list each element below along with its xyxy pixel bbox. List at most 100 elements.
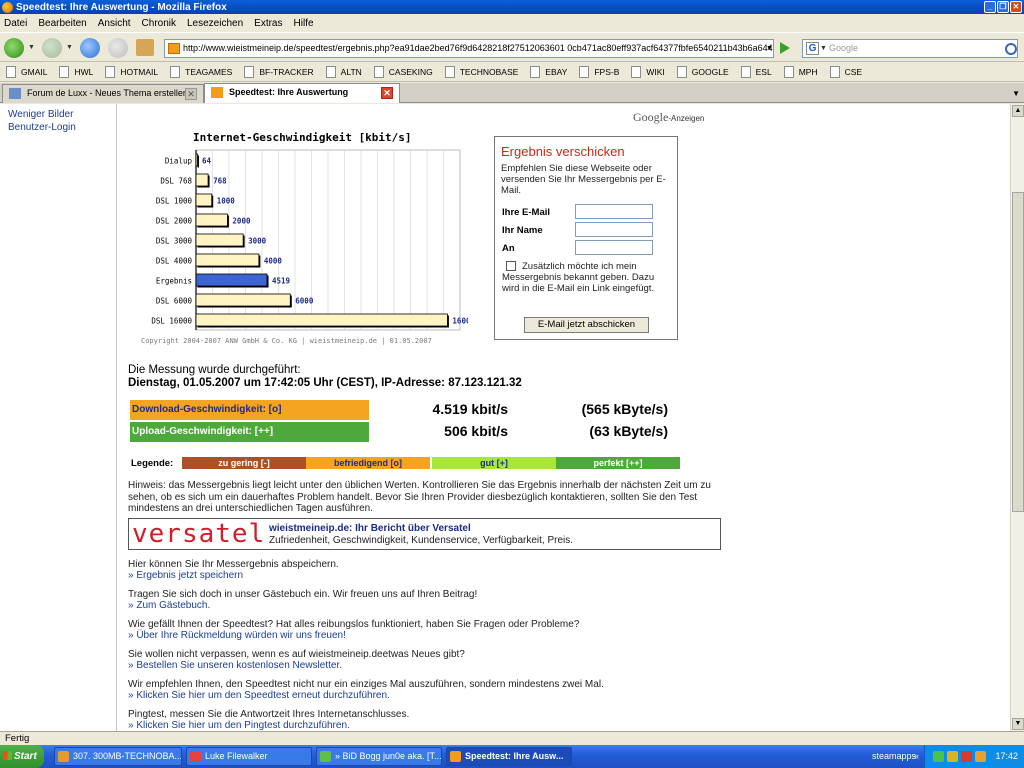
bookmark-hotmail[interactable]: HOTMAIL [105,65,158,78]
chart-category-label: DSL 2000 [156,217,193,226]
page-icon [676,65,687,78]
start-button[interactable]: Start [0,745,44,768]
stop-icon[interactable] [108,38,128,58]
chart-bar [195,233,244,247]
send-box-title: Ergebnis verschicken [501,144,625,159]
bookmark-ebay[interactable]: EBAY [530,65,567,78]
chart-value-label: 64 [202,157,212,166]
tab-close-icon[interactable]: ✕ [185,88,197,100]
taskbar-item-luke-filewalker[interactable]: Luke Filewalker [186,747,312,766]
retest-link[interactable]: » Klicken Sie hier um den Speedtest erne… [128,690,390,701]
legend-zu-gering: zu gering [-] [182,457,306,469]
chart-bar [195,173,209,187]
name-field[interactable] [575,222,653,237]
tray-steamapps-label[interactable]: steamapps [872,745,916,768]
menu-datei[interactable]: Datei [4,18,27,29]
sidebar-link-benutzer-login[interactable]: Benutzer-Login [8,122,76,133]
network-icon[interactable] [933,751,944,762]
firefox-icon [450,751,461,762]
navigation-toolbar: ▼ ▼ http://www.wieistmeineip.de/speedtes… [0,32,1024,62]
messenger-icon[interactable] [975,751,986,762]
menu-bearbeiten[interactable]: Bearbeiten [38,18,86,29]
url-field[interactable]: http://www.wieistmeineip.de/speedtest/er… [164,39,774,58]
taskbar-item-speedtest[interactable]: Speedtest: Ihre Ausw... [446,747,572,766]
taskbar-item-technobase[interactable]: 307. 300MB-TECHNOBA... [54,747,182,766]
scroll-down-arrow-icon[interactable]: ▼ [1012,718,1024,730]
forward-dropdown-icon[interactable]: ▼ [66,44,73,51]
page-icon [579,65,590,78]
feedback-link[interactable]: » Über Ihre Rückmeldung würden wir uns f… [128,630,346,641]
tab-list-dropdown-icon[interactable]: ▼ [1012,89,1020,98]
recipient-field[interactable] [575,240,653,255]
vertical-scrollbar[interactable]: ▲ ▼ [1010,104,1024,731]
go-arrow-icon[interactable] [780,42,790,54]
url-history-dropdown-icon[interactable]: ▼ [766,45,773,52]
share-result-checkbox[interactable] [506,261,516,271]
menu-ansicht[interactable]: Ansicht [98,18,131,29]
email-field[interactable] [575,204,653,219]
page-icon [631,65,642,78]
bookmark-esl[interactable]: ESL [740,65,772,78]
tray-expand-icon[interactable]: « [914,745,919,768]
tab-forum-de-luxx[interactable]: Forum de Luxx - Neues Thema erstellen ✕ [2,84,204,103]
forward-arrow-icon[interactable] [42,38,62,58]
bookmark-caseking[interactable]: CASEKING [373,65,433,78]
bookmark-cse[interactable]: CSE [829,65,862,78]
menu-hilfe[interactable]: Hilfe [294,18,314,29]
bookmark-bf-tracker[interactable]: BF-TRACKER [244,65,314,78]
google-ads-label[interactable]: Google-Anzeigen [633,110,704,125]
google-search-engine-icon[interactable]: G [806,42,819,55]
back-dropdown-icon[interactable]: ▼ [28,44,35,51]
search-magnifier-icon[interactable] [1005,43,1017,55]
scroll-up-arrow-icon[interactable]: ▲ [1012,105,1024,117]
chart-value-label: 16000 [452,317,468,326]
bookmarks-toolbar: GMAIL HWL HOTMAIL TEAGAMES BF-TRACKER AL… [0,62,1024,82]
measurement-intro: Die Messung wurde durchgeführt: [128,364,301,376]
sidebar-link-weniger-bilder[interactable]: Weniger Bilder [8,109,73,120]
menu-bar: Datei Bearbeiten Ansicht Chronik Lesezei… [0,14,1024,32]
chart-bar [195,153,198,167]
bookmark-wiki[interactable]: WIKI [631,65,665,78]
search-input[interactable]: G ▼ Google [802,39,1018,58]
tab-close-icon[interactable]: ✕ [381,87,393,99]
menu-lesezeichen[interactable]: Lesezeichen [187,18,243,29]
legend-gut: gut [+] [432,457,556,469]
search-engine-dropdown-icon[interactable]: ▼ [820,40,827,57]
back-arrow-icon[interactable] [4,38,24,58]
page-icon [373,65,384,78]
bookmark-fps-b[interactable]: FPS-B [579,65,619,78]
versatel-banner[interactable]: versatel wieistmeineip.de: Ihr Bericht ü… [128,518,721,550]
minimize-button[interactable]: _ [984,1,996,13]
chart-value-label: 1000 [217,197,236,206]
bookmark-gmail[interactable]: GMAIL [6,65,47,78]
taskbar-item-chat[interactable]: » BiD Bogg jun0e aka. [T... [316,747,442,766]
share-result-text: Zusätzlich möchte ich mein Messergebnis … [502,261,655,294]
bookmark-hwl[interactable]: HWL [59,65,93,78]
volume-icon[interactable] [947,751,958,762]
antivirus-icon[interactable] [961,751,972,762]
bookmark-mph[interactable]: MPH [783,65,818,78]
close-button[interactable]: ✕ [1010,1,1022,13]
window-titlebar: Speedtest: Ihre Auswertung - Mozilla Fir… [0,0,1024,14]
legend-label: Legende: [131,458,174,469]
menu-chronik[interactable]: Chronik [142,18,176,29]
bookmark-technobase[interactable]: TECHNOBASE [444,65,518,78]
restore-button[interactable]: ❐ [997,1,1009,13]
firefox-icon [2,1,13,13]
scroll-thumb[interactable] [1012,192,1024,512]
guestbook-link[interactable]: » Zum Gästebuch. [128,600,210,611]
newsletter-link[interactable]: » Bestellen Sie unseren kostenlosen News… [128,660,342,671]
bookmark-google[interactable]: GOOGLE [676,65,729,78]
bookmark-altn[interactable]: ALTN [325,65,362,78]
versatel-title[interactable]: wieistmeineip.de: Ihr Bericht über Versa… [269,523,471,534]
bookmark-teagames[interactable]: TEAGAMES [170,65,232,78]
menu-extras[interactable]: Extras [254,18,282,29]
home-icon[interactable] [136,39,154,56]
save-result-link[interactable]: » Ergebnis jetzt speichern [128,570,243,581]
pingtest-link[interactable]: » Klicken Sie hier um den Pingtest durch… [128,720,350,731]
reload-icon[interactable] [80,38,100,58]
download-kbyte: (565 kByte/s) [581,401,668,417]
send-email-button[interactable]: E-Mail jetzt abschicken [524,317,649,333]
tab-speedtest[interactable]: Speedtest: Ihre Auswertung ✕ [204,83,400,103]
chart-bar [195,293,291,307]
